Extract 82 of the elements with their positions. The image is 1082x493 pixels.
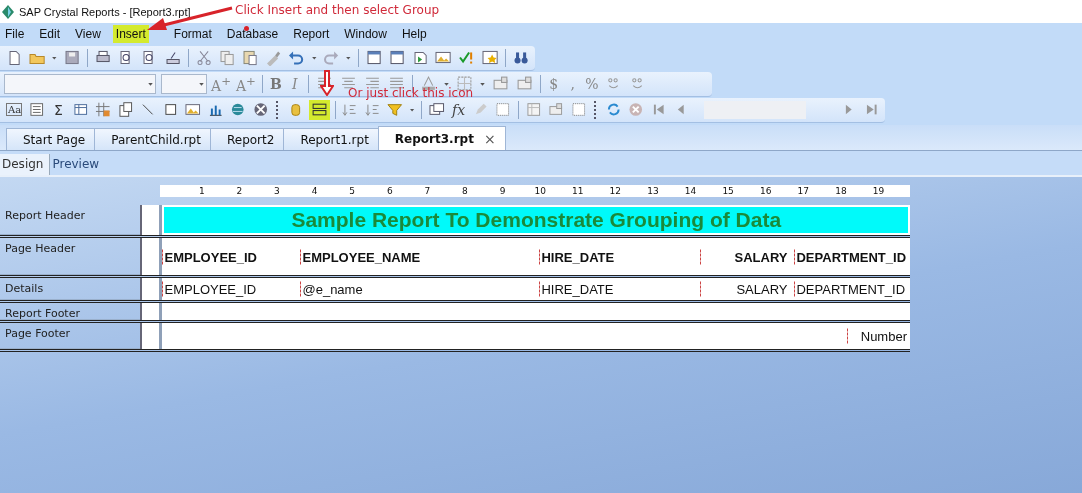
marker-dot — [244, 26, 249, 31]
document-tab[interactable]: Report3.rpt × — [377, 126, 506, 150]
subreport-icon[interactable] — [117, 101, 134, 118]
view-tab[interactable]: Design — [0, 154, 51, 175]
report-field[interactable]: DEPARTMENT_ID — [794, 249, 914, 264]
annotation-arrow — [320, 70, 334, 96]
formula-button[interactable]: fx — [451, 101, 466, 118]
document-tab[interactable]: ParentChild.rpt — [94, 128, 211, 150]
section-handle[interactable] — [139, 238, 160, 275]
box-icon[interactable] — [162, 101, 179, 118]
annotation-text: Or just click this icon — [348, 86, 474, 100]
section-label[interactable]: Report Header — [0, 205, 140, 235]
window-title: SAP Crystal Reports - [Report3.rpt] — [19, 5, 191, 18]
summary-button[interactable]: Σ — [51, 101, 66, 118]
section-handle[interactable] — [139, 303, 160, 320]
section-handle[interactable] — [139, 323, 160, 349]
menu-item[interactable]: Help — [398, 25, 430, 43]
picture-icon[interactable] — [435, 49, 452, 66]
insert-group-button[interactable] — [308, 99, 330, 120]
section-label[interactable]: Page Footer — [0, 323, 140, 349]
clipboard-icon[interactable] — [242, 49, 259, 66]
menu-item[interactable]: Database — [223, 25, 282, 43]
report-field[interactable]: HIRE_DATE — [539, 281, 691, 297]
check-icon[interactable] — [458, 49, 475, 66]
tab-label: Start Page — [23, 132, 86, 147]
section-label[interactable]: Page Header — [0, 238, 140, 275]
menu-item[interactable]: View — [72, 25, 104, 43]
window-icon[interactable] — [388, 49, 406, 66]
list-box-icon[interactable] — [29, 101, 45, 118]
report-field[interactable]: HIRE_DATE — [539, 249, 691, 264]
report-field[interactable]: SALARY — [700, 249, 789, 264]
menu-item[interactable]: Insert — [112, 25, 149, 43]
dotted-box-icon[interactable] — [570, 101, 587, 118]
menu-item[interactable]: Window — [341, 25, 390, 43]
app-logo-icon — [2, 4, 14, 19]
report-field[interactable]: @e_name — [300, 281, 526, 297]
sheet-icon[interactable] — [525, 101, 542, 118]
report-field[interactable]: DEPARTMENT_ID — [794, 281, 914, 297]
dotted-box-icon[interactable] — [495, 101, 511, 118]
copy-icon[interactable] — [218, 49, 235, 66]
picture-icon[interactable] — [185, 101, 201, 118]
funnel-icon[interactable] — [387, 101, 403, 118]
export-icon[interactable] — [164, 49, 181, 66]
section-label[interactable]: Details — [0, 278, 140, 300]
document-tab[interactable]: Report2 — [209, 128, 285, 150]
tab-label: ParentChild.rpt — [111, 132, 201, 147]
tab-label: Report3.rpt — [394, 131, 474, 146]
view-tab[interactable]: Preview — [50, 154, 106, 175]
report-field[interactable]: SALARY — [700, 281, 789, 297]
menu-item[interactable]: File — [2, 25, 28, 43]
window-icon[interactable] — [365, 49, 382, 66]
globe-icon[interactable] — [230, 101, 246, 118]
page-number-field[interactable] — [704, 100, 807, 119]
window-stack-icon[interactable] — [429, 101, 445, 118]
menu-item[interactable]: Report — [290, 25, 333, 43]
report-field[interactable]: EMPLOYEE_ID — [162, 249, 264, 264]
annotation-text: Click Insert and then select Group — [235, 3, 440, 17]
undo-icon[interactable] — [288, 49, 305, 66]
report-field[interactable]: EMPLOYEE_NAME — [300, 249, 526, 264]
report-field[interactable]: Number — [847, 328, 908, 344]
document-tab[interactable]: Start Page — [6, 128, 96, 150]
tab-label: Report1.rpt — [300, 132, 369, 147]
tab-label: Report2 — [226, 132, 275, 147]
section-handle[interactable] — [139, 205, 160, 235]
menu-item[interactable]: Format — [170, 25, 215, 43]
refresh-icon[interactable] — [605, 101, 622, 118]
section-handle[interactable] — [139, 278, 160, 300]
table-icon[interactable] — [72, 101, 89, 118]
close-button[interactable]: × — [483, 130, 496, 147]
menu-item[interactable]: Edit — [36, 25, 64, 43]
scissors-icon[interactable] — [195, 49, 212, 66]
brush-icon[interactable] — [265, 49, 282, 66]
text-object-button[interactable]: Aa — [6, 103, 23, 116]
page-icon[interactable] — [6, 49, 23, 66]
binoculars-icon[interactable] — [512, 49, 529, 66]
bold-button[interactable]: B — [268, 75, 283, 92]
document-tab[interactable]: Report1.rpt — [283, 128, 379, 150]
circle-x-icon[interactable] — [252, 101, 269, 118]
crosstab-icon[interactable] — [95, 101, 111, 118]
report-field[interactable]: EMPLOYEE_ID — [162, 281, 264, 297]
section-label[interactable]: Report Footer — [0, 303, 140, 320]
ruler: 1 2 3 4 5 6 7 8 9 10 11 12 13 14 15 16 17 18 19 — [160, 185, 910, 197]
